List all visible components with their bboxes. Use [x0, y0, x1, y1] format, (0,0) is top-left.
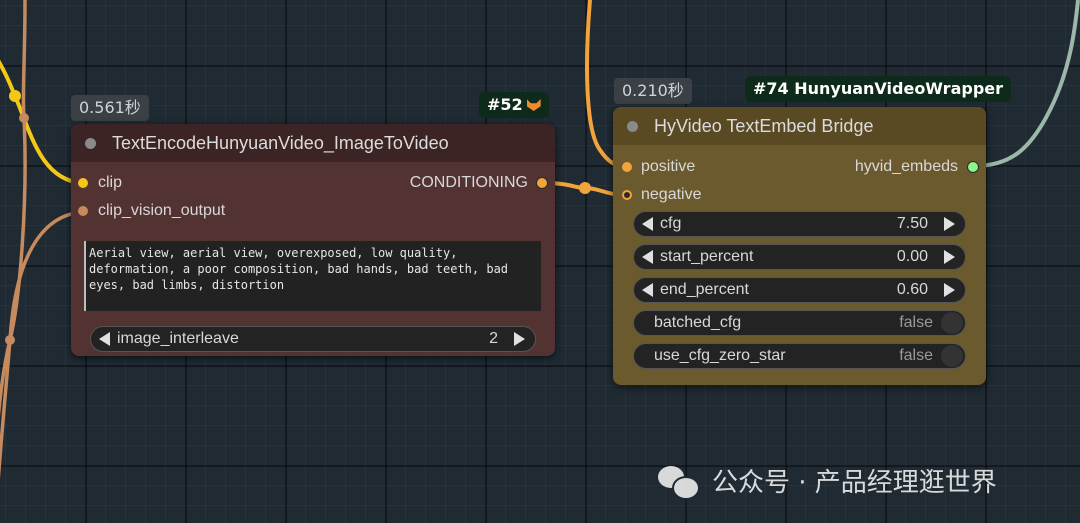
- execution-time-badge: 0.210秒: [614, 78, 692, 104]
- wechat-icon: [658, 464, 700, 500]
- node-title: HyVideo TextEmbed Bridge: [654, 115, 874, 136]
- clip-wire: [0, 59, 83, 185]
- widget-value[interactable]: 7.50: [897, 215, 928, 233]
- toggle-value: false: [899, 347, 933, 364]
- widget-label: use_cfg_zero_star: [654, 347, 786, 364]
- decrement-arrow-icon[interactable]: [642, 250, 653, 264]
- slot-label: clip: [98, 174, 123, 191]
- output-slot-hyvid-embeds[interactable]: hyvid_embeds: [855, 155, 979, 179]
- slot-dot-icon[interactable]: [536, 177, 548, 189]
- widget-label: image_interleave: [117, 330, 239, 347]
- widget-label: start_percent: [660, 248, 754, 265]
- toggle-value: false: [899, 314, 933, 331]
- watermark-text: 公众号 · 产品经理逛世界: [712, 468, 997, 498]
- increment-arrow-icon[interactable]: [514, 332, 525, 346]
- wire-reroute-dot: [19, 113, 29, 123]
- watermark: 公众号 · 产品经理逛世界: [658, 462, 997, 500]
- node-title: TextEncodeHunyuanVideo_ImageToVideo: [112, 132, 449, 153]
- widget-cfg[interactable]: cfg 7.50: [633, 211, 966, 237]
- slot-label: positive: [641, 158, 696, 175]
- wire-reroute-dot: [9, 90, 21, 102]
- fox-icon: [526, 99, 541, 111]
- widget-image-interleave[interactable]: image_interleave 2: [90, 326, 536, 352]
- slot-label: hyvid_embeds: [854, 158, 958, 175]
- widget-label: end_percent: [660, 281, 749, 298]
- increment-arrow-icon[interactable]: [944, 217, 955, 231]
- toggle-knob-icon[interactable]: [941, 312, 963, 334]
- slot-label: CONDITIONING: [409, 174, 528, 191]
- decrement-arrow-icon[interactable]: [642, 283, 653, 297]
- node-header[interactable]: HyVideo TextEmbed Bridge: [613, 107, 986, 145]
- collapse-dot-icon[interactable]: [627, 120, 638, 132]
- clip-vision-wire-b: [0, 0, 27, 417]
- wire-reroute-dot: [579, 182, 591, 194]
- slot-dot-icon[interactable]: [622, 190, 632, 200]
- input-slot-clip[interactable]: clip: [78, 171, 122, 195]
- widget-label: batched_cfg: [654, 314, 742, 331]
- slot-dot-icon[interactable]: [622, 162, 632, 172]
- input-slot-negative[interactable]: negative: [622, 183, 702, 207]
- toggle-knob-icon[interactable]: [941, 345, 963, 367]
- node-id-badge: #74 HunyuanVideoWrapper: [745, 76, 1012, 102]
- wire-reroute-dot: [5, 335, 15, 345]
- increment-arrow-icon[interactable]: [944, 283, 955, 297]
- slot-label: negative: [641, 186, 702, 203]
- widget-value[interactable]: 2: [489, 330, 498, 348]
- input-slot-clip-vision-output[interactable]: clip_vision_output: [78, 199, 225, 223]
- prompt-textarea[interactable]: Aerial view, aerial view, overexposed, l…: [84, 241, 541, 311]
- widget-label: cfg: [660, 215, 682, 232]
- decrement-arrow-icon[interactable]: [99, 332, 110, 346]
- toggle-use-cfg-zero-star[interactable]: use_cfg_zero_star false: [633, 343, 966, 369]
- node-id-badge: #52: [479, 92, 549, 118]
- node-text-encode-hunyuan[interactable]: TextEncodeHunyuanVideo_ImageToVideo clip…: [71, 124, 555, 356]
- widget-end-percent[interactable]: end_percent 0.60: [633, 277, 966, 303]
- slot-dot-icon[interactable]: [78, 178, 88, 188]
- output-slot-conditioning[interactable]: CONDITIONING: [410, 171, 548, 195]
- node-header[interactable]: TextEncodeHunyuanVideo_ImageToVideo: [71, 124, 555, 162]
- widget-value[interactable]: 0.00: [897, 248, 928, 266]
- increment-arrow-icon[interactable]: [944, 250, 955, 264]
- widget-start-percent[interactable]: start_percent 0.00: [633, 244, 966, 270]
- slot-dot-icon[interactable]: [78, 206, 88, 216]
- decrement-arrow-icon[interactable]: [642, 217, 653, 231]
- execution-time-badge: 0.561秒: [71, 95, 149, 121]
- toggle-batched-cfg[interactable]: batched_cfg false: [633, 310, 966, 336]
- slot-label: clip_vision_output: [98, 202, 226, 219]
- input-slot-positive[interactable]: positive: [622, 155, 695, 179]
- widget-value[interactable]: 0.60: [897, 281, 928, 299]
- slot-dot-icon[interactable]: [967, 161, 979, 173]
- node-id-label: #52: [487, 95, 523, 114]
- node-hyvideo-textembed-bridge[interactable]: HyVideo TextEmbed Bridge positive negati…: [613, 107, 986, 385]
- collapse-dot-icon[interactable]: [85, 137, 96, 149]
